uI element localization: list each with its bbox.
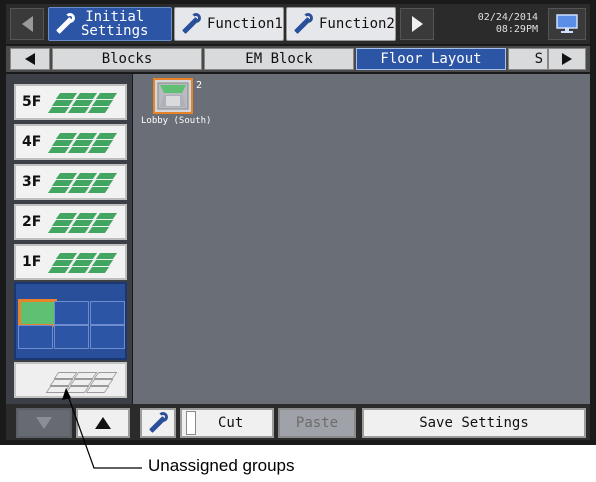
callout-label: Unassigned groups <box>148 456 295 475</box>
callout-leader-line <box>62 388 142 469</box>
